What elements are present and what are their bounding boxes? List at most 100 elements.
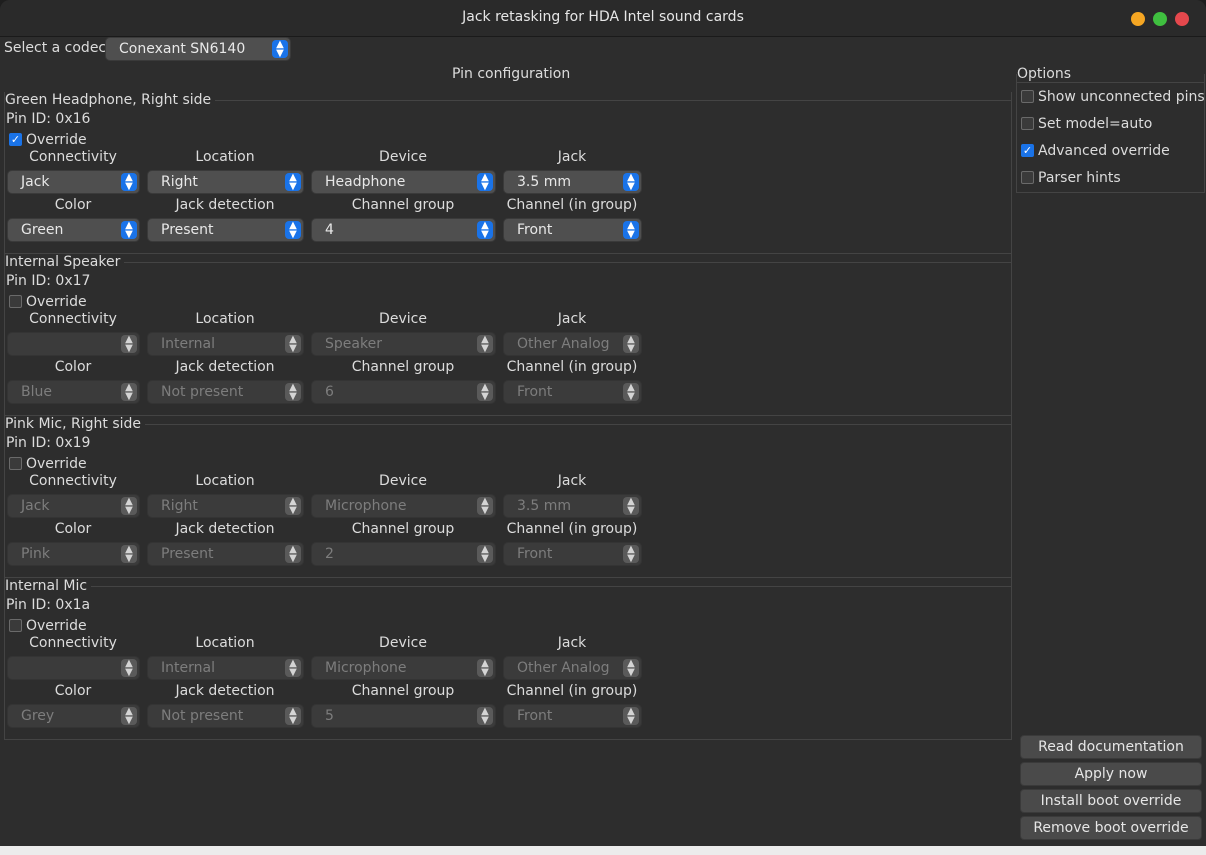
pin-field-value: Front xyxy=(517,222,553,238)
updown-chevron-icon: ▲ ▼ xyxy=(623,707,639,726)
updown-chevron-icon: ▲ ▼ xyxy=(477,173,493,192)
pin-field-value: Present xyxy=(161,546,214,562)
pin-field-select[interactable]: ▲ ▼ xyxy=(7,656,140,680)
field-label: Device xyxy=(379,473,427,489)
pin-field-value: Right xyxy=(161,498,198,514)
pin-field-select[interactable]: Internal ▲ ▼ xyxy=(147,656,304,680)
updown-chevron-icon: ▲ ▼ xyxy=(285,173,301,192)
field-label: Color xyxy=(54,683,92,699)
action-button[interactable]: Apply now xyxy=(1020,762,1202,786)
pin-field-select[interactable]: Right ▲ ▼ xyxy=(147,494,304,518)
pin-field-select[interactable]: Right ▲ ▼ xyxy=(147,170,304,194)
pin-field-select[interactable]: Other Analog ▲ ▼ xyxy=(503,332,642,356)
field-label: Jack xyxy=(557,635,587,651)
field-label: Location xyxy=(195,149,255,165)
action-button[interactable]: Remove boot override xyxy=(1020,816,1202,840)
pin-field-select[interactable]: 4 ▲ ▼ xyxy=(311,218,496,242)
updown-chevron-icon: ▲ ▼ xyxy=(477,335,493,354)
codec-select-value: Conexant SN6140 xyxy=(119,41,246,57)
field-label: Channel (in group) xyxy=(506,521,638,537)
pin-field-select[interactable]: 2 ▲ ▼ xyxy=(311,542,496,566)
pin-field-value: Green xyxy=(21,222,64,238)
check-icon[interactable]: ✓ xyxy=(9,133,22,146)
pin-field-select[interactable]: Pink ▲ ▼ xyxy=(7,542,140,566)
field-label: Connectivity xyxy=(29,311,117,327)
checkbox-icon[interactable] xyxy=(9,295,22,308)
pin-field-value: Present xyxy=(161,222,214,238)
pin-field-value: 6 xyxy=(325,384,334,400)
field-label: Device xyxy=(379,635,427,651)
check-icon[interactable]: ✓ xyxy=(1021,144,1034,157)
options-title: Options xyxy=(1017,66,1075,82)
updown-chevron-icon: ▲ ▼ xyxy=(623,497,639,516)
field-label: Connectivity xyxy=(29,149,117,165)
pin-field-select[interactable]: Microphone ▲ ▼ xyxy=(311,656,496,680)
pin-field-select[interactable]: Present ▲ ▼ xyxy=(147,218,304,242)
pin-field-select[interactable]: Green ▲ ▼ xyxy=(7,218,140,242)
field-label: Jack detection xyxy=(175,197,275,213)
minimize-button[interactable] xyxy=(1131,12,1145,26)
checkbox-icon[interactable] xyxy=(1021,171,1034,184)
pin-field-select[interactable]: Jack ▲ ▼ xyxy=(7,170,140,194)
pin-field-select[interactable]: Speaker ▲ ▼ xyxy=(311,332,496,356)
option-label: Advanced override xyxy=(1038,143,1170,159)
pin-field-select[interactable]: Other Analog ▲ ▼ xyxy=(503,656,642,680)
field-label: Channel (in group) xyxy=(506,359,638,375)
pin-group-title: Internal Speaker xyxy=(5,254,125,270)
pin-field-select[interactable]: Blue ▲ ▼ xyxy=(7,380,140,404)
close-button[interactable] xyxy=(1175,12,1189,26)
pin-field-select[interactable]: Present ▲ ▼ xyxy=(147,542,304,566)
checkbox-icon[interactable] xyxy=(9,619,22,632)
pin-field-select[interactable]: Front ▲ ▼ xyxy=(503,218,642,242)
pin-field-select[interactable]: Not present ▲ ▼ xyxy=(147,704,304,728)
pin-field-select[interactable]: Jack ▲ ▼ xyxy=(7,494,140,518)
pin-field-select[interactable]: Front ▲ ▼ xyxy=(503,542,642,566)
updown-chevron-icon: ▲ ▼ xyxy=(285,497,301,516)
pin-field-select[interactable]: 6 ▲ ▼ xyxy=(311,380,496,404)
codec-select[interactable]: Conexant SN6140 ▲ ▼ xyxy=(105,37,291,61)
codec-label: Select a codec: xyxy=(4,40,111,56)
pin-id: Pin ID: 0x16 xyxy=(6,111,91,127)
field-label: Connectivity xyxy=(29,473,117,489)
updown-chevron-icon: ▲ ▼ xyxy=(477,497,493,516)
checkbox-icon[interactable] xyxy=(1021,117,1034,130)
updown-chevron-icon: ▲ ▼ xyxy=(285,659,301,678)
maximize-button[interactable] xyxy=(1153,12,1167,26)
pin-field-select[interactable]: ▲ ▼ xyxy=(7,332,140,356)
updown-chevron-icon: ▲ ▼ xyxy=(623,383,639,402)
pin-field-value: Front xyxy=(517,384,553,400)
option-label: Show unconnected pins xyxy=(1038,89,1205,105)
field-label: Channel group xyxy=(351,683,455,699)
updown-chevron-icon: ▲ ▼ xyxy=(121,383,137,402)
pin-field-select[interactable]: 5 ▲ ▼ xyxy=(311,704,496,728)
pin-field-select[interactable]: Grey ▲ ▼ xyxy=(7,704,140,728)
pin-field-select[interactable]: 3.5 mm ▲ ▼ xyxy=(503,170,642,194)
action-button[interactable]: Read documentation xyxy=(1020,735,1202,759)
checkbox-icon[interactable] xyxy=(1021,90,1034,103)
pin-field-value: Speaker xyxy=(325,336,382,352)
updown-chevron-icon: ▲ ▼ xyxy=(623,173,639,192)
pin-field-select[interactable]: Front ▲ ▼ xyxy=(503,704,642,728)
updown-chevron-icon: ▲ ▼ xyxy=(477,545,493,564)
pin-field-value: Microphone xyxy=(325,660,407,676)
action-button[interactable]: Install boot override xyxy=(1020,789,1202,813)
field-label: Jack detection xyxy=(175,359,275,375)
option-label: Parser hints xyxy=(1038,170,1121,186)
pin-field-select[interactable]: 3.5 mm ▲ ▼ xyxy=(503,494,642,518)
updown-chevron-icon: ▲ ▼ xyxy=(285,221,301,240)
pin-field-value: Blue xyxy=(21,384,52,400)
pin-field-select[interactable]: Front ▲ ▼ xyxy=(503,380,642,404)
field-label: Location xyxy=(195,635,255,651)
pin-field-select[interactable]: Internal ▲ ▼ xyxy=(147,332,304,356)
override-label: Override xyxy=(26,132,87,148)
pin-field-value: 3.5 mm xyxy=(517,174,571,190)
group-separator xyxy=(5,586,1011,587)
pin-field-select[interactable]: Microphone ▲ ▼ xyxy=(311,494,496,518)
checkbox-icon[interactable] xyxy=(9,457,22,470)
pin-field-select[interactable]: Not present ▲ ▼ xyxy=(147,380,304,404)
pin-field-select[interactable]: Headphone ▲ ▼ xyxy=(311,170,496,194)
field-label: Color xyxy=(54,197,92,213)
updown-chevron-icon: ▲ ▼ xyxy=(477,221,493,240)
options-separator xyxy=(1017,82,1204,83)
field-label: Location xyxy=(195,473,255,489)
